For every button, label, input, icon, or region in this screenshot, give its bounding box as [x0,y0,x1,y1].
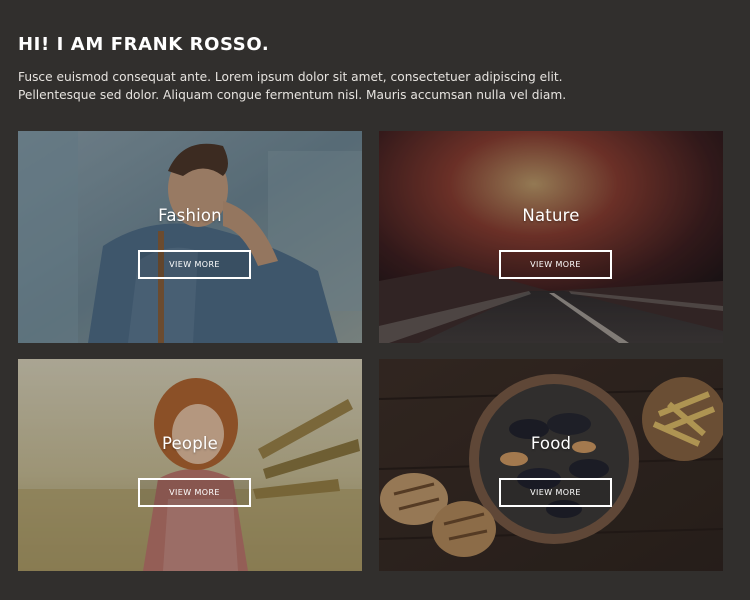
card-overlay [379,131,723,343]
view-more-button[interactable]: VIEW MORE [499,478,612,507]
card-nature[interactable]: Nature VIEW MORE [379,131,723,343]
card-food[interactable]: Food VIEW MORE [379,359,723,571]
page-title: HI! I AM FRANK ROSSO. [18,34,270,55]
view-more-button[interactable]: VIEW MORE [138,250,251,279]
card-people[interactable]: People VIEW MORE [18,359,362,571]
card-title: People [161,434,219,453]
card-title: Nature [522,206,580,225]
intro-section: HI! I AM FRANK ROSSO. Fusce euismod cons… [18,30,638,104]
card-overlay [18,131,362,343]
card-title: Fashion [158,206,222,225]
card-overlay [379,359,723,571]
view-more-button[interactable]: VIEW MORE [138,478,251,507]
intro-text: Fusce euismod consequat ante. Lorem ipsu… [18,70,567,102]
card-title: Food [530,434,572,453]
card-overlay [18,359,362,571]
card-fashion[interactable]: Fashion VIEW MORE [18,131,362,343]
view-more-button[interactable]: VIEW MORE [499,250,612,279]
